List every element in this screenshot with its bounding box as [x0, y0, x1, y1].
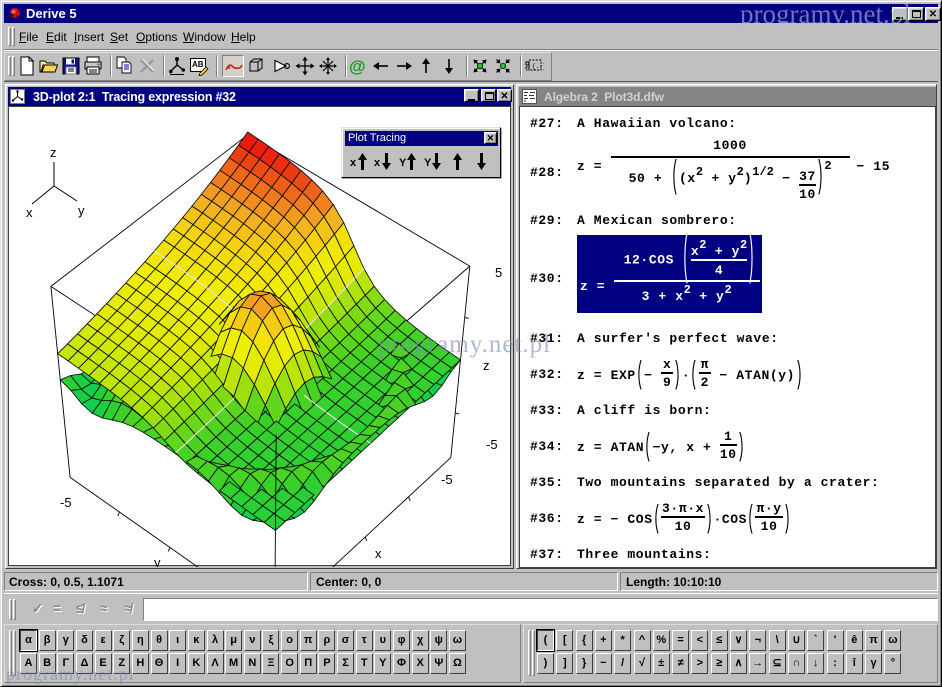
svg-text:z: z — [50, 145, 57, 160]
svg-text:{..}: {..} — [532, 63, 544, 70]
svg-text:-5: -5 — [486, 437, 498, 452]
svg-text:z: z — [483, 358, 490, 373]
svg-text:y: y — [154, 555, 161, 567]
svg-text:5: 5 — [495, 265, 502, 280]
svg-text:x: x — [26, 205, 33, 220]
svg-text:-5: -5 — [441, 472, 453, 487]
svg-text:x: x — [375, 546, 382, 561]
svg-text:y: y — [78, 203, 85, 218]
svg-text:@: @ — [349, 57, 366, 76]
svg-text:-5: -5 — [60, 495, 72, 510]
svg-text:AB: AB — [192, 60, 204, 69]
